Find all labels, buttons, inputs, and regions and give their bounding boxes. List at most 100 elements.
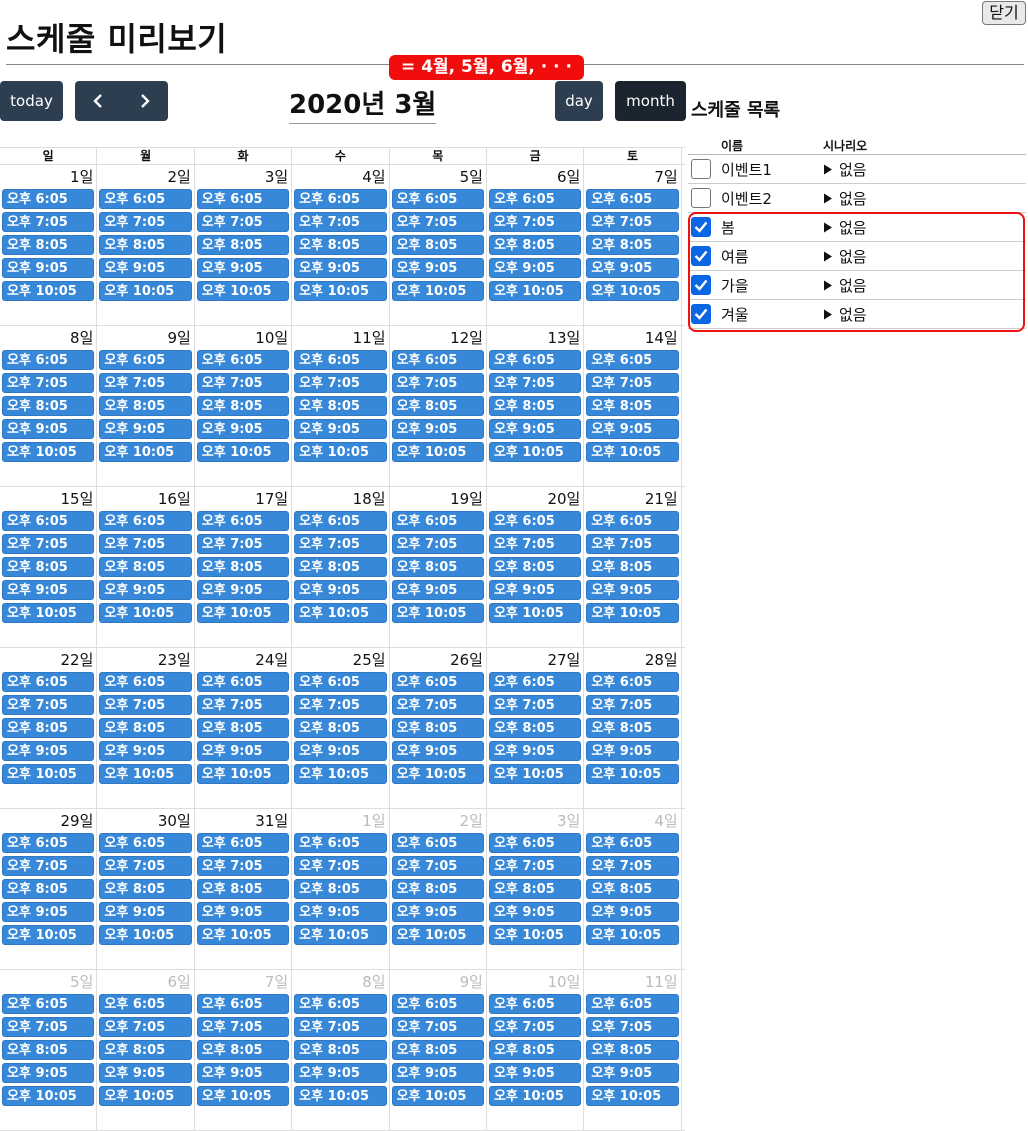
calendar-day-cell[interactable]: 6일 오후 6:05 오후 7:05 오후 8:05 오후 9:05 오후 10:05 bbox=[97, 970, 195, 1130]
calendar-event[interactable]: 오후 10:05 bbox=[294, 281, 387, 301]
calendar-event[interactable]: 오후 7:05 bbox=[586, 695, 679, 715]
calendar-day-cell[interactable]: 9일 오후 6:05 오후 7:05 오후 8:05 오후 9:05 오후 10:05 bbox=[390, 970, 487, 1130]
calendar-event[interactable]: 오후 9:05 bbox=[391, 1063, 484, 1083]
calendar-event[interactable]: 오후 6:05 bbox=[488, 672, 582, 692]
calendar-day-cell[interactable]: 23일 오후 6:05 오후 7:05 오후 8:05 오후 9:05 오후 10:05 bbox=[97, 648, 195, 808]
calendar-event[interactable]: 오후 7:05 bbox=[586, 373, 679, 393]
calendar-event[interactable]: 오후 9:05 bbox=[391, 902, 484, 922]
calendar-event[interactable]: 오후 9:05 bbox=[196, 419, 290, 439]
calendar-day-cell[interactable]: 2일 오후 6:05 오후 7:05 오후 8:05 오후 9:05 오후 10:05 bbox=[390, 809, 487, 969]
calendar-day-cell[interactable]: 1일 오후 6:05 오후 7:05 오후 8:05 오후 9:05 오후 10:05 bbox=[292, 809, 390, 969]
calendar-event[interactable]: 오후 6:05 bbox=[196, 350, 290, 370]
calendar-day-cell[interactable]: 27일 오후 6:05 오후 7:05 오후 8:05 오후 9:05 오후 10:05 bbox=[487, 648, 585, 808]
calendar-day-cell[interactable]: 22일 오후 6:05 오후 7:05 오후 8:05 오후 9:05 오후 10:05 bbox=[0, 648, 98, 808]
calendar-event[interactable]: 오후 7:05 bbox=[196, 212, 290, 232]
calendar-event[interactable]: 오후 8:05 bbox=[2, 718, 95, 738]
calendar-event[interactable]: 오후 7:05 bbox=[2, 1017, 95, 1037]
calendar-event[interactable]: 오후 10:05 bbox=[196, 603, 290, 623]
calendar-event[interactable]: 오후 7:05 bbox=[586, 1017, 679, 1037]
calendar-event[interactable]: 오후 7:05 bbox=[294, 534, 387, 554]
calendar-event[interactable]: 오후 8:05 bbox=[2, 396, 95, 416]
calendar-event[interactable]: 오후 9:05 bbox=[488, 741, 582, 761]
next-button[interactable] bbox=[122, 81, 169, 121]
calendar-event[interactable]: 오후 6:05 bbox=[294, 350, 387, 370]
calendar-event[interactable]: 오후 8:05 bbox=[488, 879, 582, 899]
calendar-event[interactable]: 오후 8:05 bbox=[196, 235, 290, 255]
close-button[interactable]: 닫기 bbox=[982, 1, 1026, 25]
calendar-day-cell[interactable]: 14일 오후 6:05 오후 7:05 오후 8:05 오후 9:05 오후 10:05 bbox=[584, 326, 682, 486]
calendar-event[interactable]: 오후 10:05 bbox=[99, 603, 192, 623]
calendar-event[interactable]: 오후 9:05 bbox=[586, 741, 679, 761]
calendar-event[interactable]: 오후 7:05 bbox=[294, 695, 387, 715]
calendar-event[interactable]: 오후 6:05 bbox=[2, 350, 95, 370]
day-view-button[interactable]: day bbox=[555, 81, 603, 121]
calendar-event[interactable]: 오후 8:05 bbox=[99, 1040, 192, 1060]
calendar-event[interactable]: 오후 6:05 bbox=[99, 350, 192, 370]
calendar-event[interactable]: 오후 8:05 bbox=[488, 396, 582, 416]
calendar-event[interactable]: 오후 7:05 bbox=[99, 1017, 192, 1037]
calendar-day-cell[interactable]: 4일 오후 6:05 오후 7:05 오후 8:05 오후 9:05 오후 10:05 bbox=[584, 809, 682, 969]
calendar-event[interactable]: 오후 8:05 bbox=[294, 1040, 387, 1060]
calendar-event[interactable]: 오후 10:05 bbox=[586, 1086, 679, 1106]
calendar-event[interactable]: 오후 6:05 bbox=[488, 350, 582, 370]
calendar-event[interactable]: 오후 10:05 bbox=[294, 442, 387, 462]
calendar-event[interactable]: 오후 9:05 bbox=[2, 580, 95, 600]
calendar-event[interactable]: 오후 8:05 bbox=[2, 557, 95, 577]
calendar-day-cell[interactable]: 3일 오후 6:05 오후 7:05 오후 8:05 오후 9:05 오후 10:05 bbox=[195, 165, 293, 325]
calendar-event[interactable]: 오후 8:05 bbox=[196, 718, 290, 738]
calendar-event[interactable]: 오후 8:05 bbox=[2, 235, 95, 255]
calendar-event[interactable]: 오후 10:05 bbox=[391, 442, 484, 462]
calendar-event[interactable]: 오후 7:05 bbox=[196, 695, 290, 715]
calendar-event[interactable]: 오후 7:05 bbox=[99, 373, 192, 393]
calendar-day-cell[interactable]: 2일 오후 6:05 오후 7:05 오후 8:05 오후 9:05 오후 10:05 bbox=[97, 165, 195, 325]
calendar-day-cell[interactable]: 30일 오후 6:05 오후 7:05 오후 8:05 오후 9:05 오후 10:05 bbox=[97, 809, 195, 969]
calendar-event[interactable]: 오후 6:05 bbox=[391, 511, 484, 531]
calendar-event[interactable]: 오후 6:05 bbox=[99, 189, 192, 209]
calendar-event[interactable]: 오후 8:05 bbox=[586, 1040, 679, 1060]
calendar-event[interactable]: 오후 9:05 bbox=[488, 1063, 582, 1083]
calendar-event[interactable]: 오후 7:05 bbox=[488, 534, 582, 554]
calendar-event[interactable]: 오후 8:05 bbox=[294, 879, 387, 899]
calendar-event[interactable]: 오후 6:05 bbox=[2, 672, 95, 692]
calendar-event[interactable]: 오후 10:05 bbox=[196, 281, 290, 301]
calendar-event[interactable]: 오후 6:05 bbox=[196, 672, 290, 692]
calendar-event[interactable]: 오후 7:05 bbox=[294, 373, 387, 393]
calendar-event[interactable]: 오후 8:05 bbox=[294, 235, 387, 255]
calendar-event[interactable]: 오후 6:05 bbox=[294, 511, 387, 531]
calendar-event[interactable]: 오후 8:05 bbox=[391, 879, 484, 899]
calendar-event[interactable]: 오후 9:05 bbox=[488, 258, 582, 278]
calendar-event[interactable]: 오후 9:05 bbox=[196, 902, 290, 922]
calendar-event[interactable]: 오후 10:05 bbox=[391, 1086, 484, 1106]
calendar-event[interactable]: 오후 6:05 bbox=[586, 994, 679, 1014]
calendar-event[interactable]: 오후 6:05 bbox=[391, 189, 484, 209]
calendar-event[interactable]: 오후 8:05 bbox=[488, 1040, 582, 1060]
calendar-event[interactable]: 오후 6:05 bbox=[99, 994, 192, 1014]
calendar-day-cell[interactable]: 9일 오후 6:05 오후 7:05 오후 8:05 오후 9:05 오후 10:05 bbox=[97, 326, 195, 486]
calendar-event[interactable]: 오후 7:05 bbox=[586, 534, 679, 554]
calendar-event[interactable]: 오후 10:05 bbox=[196, 1086, 290, 1106]
calendar-day-cell[interactable]: 3일 오후 6:05 오후 7:05 오후 8:05 오후 9:05 오후 10:05 bbox=[487, 809, 585, 969]
calendar-day-cell[interactable]: 5일 오후 6:05 오후 7:05 오후 8:05 오후 9:05 오후 10:05 bbox=[0, 970, 98, 1130]
calendar-event[interactable]: 오후 6:05 bbox=[586, 672, 679, 692]
calendar-event[interactable]: 오후 7:05 bbox=[586, 212, 679, 232]
calendar-day-cell[interactable]: 11일 오후 6:05 오후 7:05 오후 8:05 오후 9:05 오후 10:05 bbox=[292, 326, 390, 486]
schedule-checkbox[interactable] bbox=[691, 188, 711, 208]
calendar-event[interactable]: 오후 8:05 bbox=[391, 1040, 484, 1060]
calendar-event[interactable]: 오후 7:05 bbox=[196, 534, 290, 554]
calendar-event[interactable]: 오후 10:05 bbox=[488, 281, 582, 301]
calendar-event[interactable]: 오후 6:05 bbox=[294, 833, 387, 853]
calendar-event[interactable]: 오후 6:05 bbox=[391, 994, 484, 1014]
calendar-event[interactable]: 오후 6:05 bbox=[196, 994, 290, 1014]
calendar-day-cell[interactable]: 1일 오후 6:05 오후 7:05 오후 8:05 오후 9:05 오후 10:05 bbox=[0, 165, 98, 325]
calendar-event[interactable]: 오후 10:05 bbox=[99, 442, 192, 462]
calendar-event[interactable]: 오후 10:05 bbox=[2, 925, 95, 945]
calendar-event[interactable]: 오후 10:05 bbox=[294, 603, 387, 623]
calendar-day-cell[interactable]: 21일 오후 6:05 오후 7:05 오후 8:05 오후 9:05 오후 10:05 bbox=[584, 487, 682, 647]
calendar-event[interactable]: 오후 6:05 bbox=[196, 511, 290, 531]
calendar-day-cell[interactable]: 19일 오후 6:05 오후 7:05 오후 8:05 오후 9:05 오후 10:05 bbox=[390, 487, 487, 647]
calendar-event[interactable]: 오후 7:05 bbox=[488, 212, 582, 232]
calendar-event[interactable]: 오후 10:05 bbox=[294, 1086, 387, 1106]
calendar-event[interactable]: 오후 10:05 bbox=[488, 925, 582, 945]
calendar-event[interactable]: 오후 8:05 bbox=[196, 557, 290, 577]
calendar-event[interactable]: 오후 9:05 bbox=[391, 741, 484, 761]
